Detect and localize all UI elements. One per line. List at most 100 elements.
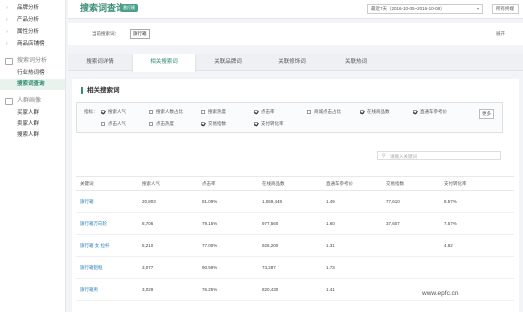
table-cell: 1.60: [322, 212, 382, 235]
checkbox-icon: [254, 109, 258, 114]
metric-checkbox[interactable]: 商城点击占比: [307, 109, 341, 115]
current-term-chip[interactable]: 旗行箱: [130, 29, 150, 39]
checkbox-icon: [201, 121, 205, 126]
current-term-label: 当前搜索词：: [92, 31, 119, 36]
table-cell: 8.57%: [440, 190, 514, 213]
title-badge[interactable]: 番打模: [120, 4, 138, 12]
table-cell: 3,029: [138, 278, 198, 301]
tab-related-terms[interactable]: 相关搜索词: [132, 54, 196, 72]
metric-checkbox[interactable]: 点击率: [254, 109, 275, 115]
sidebar: › 品牌分析 › 产品分析 › 属性分析 › 商品店铺榜 搜索词分析 行业热词榜 搜索词…: [0, 0, 66, 312]
checkbox-icon: [360, 109, 364, 114]
tab-hot-terms[interactable]: 关联热词: [324, 54, 388, 71]
column-header[interactable]: 直通车参考价: [322, 176, 382, 191]
device-select[interactable]: 所有终端: [492, 4, 519, 14]
checkbox-icon: [413, 109, 417, 114]
tab-term-detail[interactable]: 搜索词详情: [68, 54, 132, 71]
sidebar-group-search-terms: 搜索词分析: [0, 55, 65, 68]
more-metrics-button[interactable]: 更多: [479, 109, 494, 119]
tab-bar: 搜索词详情 相关搜索词 关联品牌词 关联修饰词 关联热词: [68, 54, 523, 72]
device-value: 所有终端: [496, 6, 514, 11]
table-row: 旗行箱万向轮 8,706 79.15% 977,560 1.60 37,607 …: [76, 212, 514, 235]
tab-brand-terms[interactable]: 关联品牌词: [196, 54, 260, 71]
sidebar-item-label: 搜索词查询: [17, 81, 45, 87]
tab-modifier-terms[interactable]: 关联修饰词: [260, 54, 324, 71]
chevron-down-icon: ▾: [476, 6, 479, 11]
keyword-link[interactable]: 旗行箱铝框: [76, 256, 138, 279]
table-cell: [440, 256, 514, 279]
metric-checkbox[interactable]: 搜索人气: [101, 109, 126, 115]
column-header[interactable]: 在线商品数: [258, 176, 322, 191]
sidebar-item-label: 产品分析: [17, 17, 40, 23]
sidebar-item-attribute[interactable]: › 属性分析: [0, 26, 65, 38]
metric-checkbox[interactable]: 搜索热度: [201, 109, 226, 115]
column-header[interactable]: 关键词: [76, 176, 138, 191]
sidebar-item-brand[interactable]: › 品牌分析: [0, 2, 65, 14]
current-term-bar: 当前搜索词： 旗行箱 展开: [68, 23, 523, 45]
related-terms-panel: 相关搜索词 指标： 搜索人气 搜索人数占比 搜索热度 点击率 商城点击占比 在线…: [72, 79, 519, 312]
sidebar-group-label: 人群画像: [17, 98, 42, 104]
sidebar-item-hot-terms[interactable]: 行业热词榜: [0, 68, 65, 79]
column-header[interactable]: 点击率: [198, 176, 258, 191]
metric-selector: 指标： 搜索人气 搜索人数占比 搜索热度 点击率 商城点击占比 在线商品数 直通…: [76, 102, 503, 133]
table-cell: 81.09%: [198, 190, 258, 213]
metric-checkbox[interactable]: 交易指数: [201, 121, 226, 127]
metric-checkbox[interactable]: 点击人气: [101, 121, 126, 127]
metric-checkbox[interactable]: 搜索人数占比: [149, 109, 183, 115]
metric-option-label: 支付转化率: [261, 121, 284, 126]
chart-icon: [5, 58, 13, 65]
table-cell: 977,560: [258, 212, 322, 235]
checkbox-icon: [149, 109, 153, 114]
sidebar-item-buyers[interactable]: 买家人群: [0, 108, 65, 119]
keyword-link[interactable]: 旗行箱 女 拉杆: [76, 234, 138, 257]
metric-checkbox[interactable]: 支付转化率: [254, 121, 284, 127]
sidebar-item-label: 商品店铺榜: [17, 41, 45, 47]
chevron-right-icon: ›: [6, 29, 8, 35]
checkbox-icon: [201, 109, 205, 114]
sidebar-item-term-query[interactable]: 搜索词查询: [0, 79, 65, 90]
table-cell: 90.59%: [198, 256, 258, 279]
watermark: www.epfc.cn: [422, 290, 459, 297]
keyword-link[interactable]: 旗行箱万向轮: [76, 212, 138, 235]
date-range-value: 最近7天（2016-10-05~2016-10-08）: [371, 6, 445, 11]
metric-checkbox[interactable]: 点击热度: [149, 121, 174, 127]
keyword-search-input[interactable]: [390, 153, 500, 159]
column-header[interactable]: 交易指数: [382, 176, 440, 191]
expand-link[interactable]: 展开: [496, 31, 505, 37]
table-cell: 76.25%: [198, 278, 258, 301]
metric-checkbox[interactable]: 在线商品数: [360, 109, 390, 115]
sidebar-group-persona: 人群画像: [0, 95, 65, 108]
metric-option-label: 点击率: [261, 109, 275, 114]
column-header[interactable]: 搜索人气: [138, 176, 198, 191]
sidebar-item-product[interactable]: › 产品分析: [0, 14, 65, 26]
people-icon: [5, 98, 13, 105]
checkbox-icon: [149, 121, 153, 126]
metric-option-label: 直通车参考价: [420, 109, 447, 114]
table-cell: 37,607: [382, 212, 440, 235]
table-cell: 1.41: [322, 278, 382, 301]
keyword-link[interactable]: 旗行箱: [76, 190, 138, 213]
table-cell: 7.57%: [440, 212, 514, 235]
sidebar-item-sellers[interactable]: 卖家人群: [0, 119, 65, 130]
search-icon: ⚲: [382, 153, 386, 159]
table-header-row: 关键词 搜索人气 点击率 在线商品数 直通车参考价 交易指数 支付转化率: [76, 176, 514, 191]
table-row: 旗行箱 20,803 81.09% 1,069,448 1.49 77,610 …: [76, 190, 514, 213]
page-title: 搜索词查询: [80, 3, 126, 13]
table-cell: 1,069,448: [258, 190, 322, 213]
table-cell: 3,077: [138, 256, 198, 279]
sidebar-item-label: 品牌分析: [17, 5, 40, 11]
sidebar-item-shop-rank[interactable]: › 商品店铺榜: [0, 38, 65, 50]
table-cell: 77,610: [382, 190, 440, 213]
date-range-select[interactable]: 最近7天（2016-10-05~2016-10-08） ▾: [367, 4, 483, 14]
metric-option-label: 点击热度: [156, 121, 174, 126]
keyword-link[interactable]: 旗行箱男: [76, 278, 138, 301]
sidebar-item-searchers[interactable]: 搜索人群: [0, 130, 65, 141]
metric-label: 指标：: [84, 109, 98, 114]
metric-checkbox[interactable]: 直通车参考价: [413, 109, 447, 115]
checkbox-icon: [101, 109, 105, 114]
table-cell: 4.82: [440, 234, 514, 257]
sidebar-item-label: 搜索人群: [17, 132, 40, 138]
keyword-search: ⚲: [377, 151, 501, 160]
panel-title: 相关搜索词: [81, 87, 120, 94]
column-header[interactable]: 支付转化率: [440, 176, 514, 191]
